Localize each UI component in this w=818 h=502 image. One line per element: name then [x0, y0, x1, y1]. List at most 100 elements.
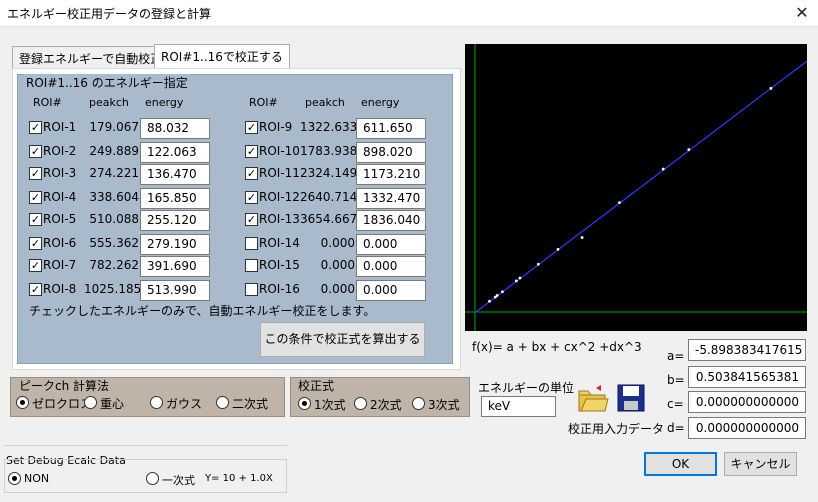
roi-peak: 782.262: [89, 258, 139, 272]
roi-peak: 3654.667: [300, 212, 358, 226]
coef-c-label: c=: [667, 397, 684, 411]
roi-checkbox[interactable]: ✓: [245, 167, 258, 180]
roi-name: ROI-5: [43, 212, 77, 226]
close-icon[interactable]: ✕: [792, 3, 812, 23]
energy-unit-label: エネルギーの単位: [478, 381, 575, 395]
calib-formula-option-label: 1次式: [314, 398, 346, 412]
data-point: [556, 247, 560, 251]
roi-name: ROI-14: [259, 236, 300, 250]
energy-unit-input[interactable]: keV: [481, 396, 556, 417]
peak-method-radio[interactable]: [216, 396, 229, 409]
roi-checkbox[interactable]: ✓: [29, 145, 42, 158]
roi-energy-input[interactable]: 279.190: [140, 234, 210, 255]
roi-energy-input[interactable]: 136.470: [140, 164, 210, 185]
debug-non-radio[interactable]: [8, 472, 21, 485]
plot-svg: [465, 44, 808, 331]
calib-formula-radio[interactable]: [354, 397, 367, 410]
roi-checkbox[interactable]: ✓: [245, 121, 258, 134]
tab-roi-calibration[interactable]: ROI#1..16で校正する: [154, 44, 290, 68]
peak-method-radio[interactable]: [16, 396, 29, 409]
roi-energy-input[interactable]: 898.020: [356, 142, 426, 163]
roi-checkbox[interactable]: ✓: [245, 191, 258, 204]
roi-peak: 338.604: [89, 190, 139, 204]
roi-checkbox[interactable]: ✓: [29, 121, 42, 134]
peak-method-title: ピークch 計算法: [19, 379, 110, 393]
formula-text: f(x)= a + bx + cx^2 +dx^3: [472, 340, 642, 354]
roi-name: ROI-4: [43, 190, 77, 204]
peak-method-option-label: 二次式: [232, 397, 269, 411]
divider: [4, 445, 287, 446]
calib-formula-option-label: 2次式: [370, 398, 402, 412]
roi-checkbox[interactable]: [245, 237, 258, 250]
roi-energy-input[interactable]: 88.032: [140, 118, 210, 139]
roi-peak: 179.067: [89, 120, 139, 134]
window-title: エネルギー校正用データの登録と計算: [7, 7, 212, 21]
roi-energy-input[interactable]: 611.650: [356, 118, 426, 139]
peak-method-radio[interactable]: [84, 396, 97, 409]
roi-note: チェックしたエネルギーのみで、自動エネルギー校正をします。: [29, 304, 376, 318]
data-point: [518, 276, 522, 280]
roi-checkbox[interactable]: ✓: [29, 213, 42, 226]
roi-energy-input[interactable]: 0.000: [356, 280, 426, 301]
roi-name: ROI-3: [43, 166, 77, 180]
roi-name: ROI-11: [259, 166, 300, 180]
debug-formula: Y= 10 + 1.0X: [205, 473, 273, 484]
roi-checkbox[interactable]: [245, 283, 258, 296]
roi-peak: 2324.149: [300, 166, 358, 180]
coef-d-label: d=: [667, 421, 685, 435]
roi-checkbox[interactable]: ✓: [29, 283, 42, 296]
roi-peak: 1783.938: [300, 144, 358, 158]
roi-energy-input[interactable]: 1173.210: [356, 164, 426, 185]
roi-peak: 1025.185: [84, 282, 142, 296]
coef-d-field[interactable]: 0.000000000000: [688, 417, 806, 439]
roi-energy-input[interactable]: 0.000: [356, 234, 426, 255]
peak-method-option-label: 重心: [100, 397, 125, 411]
roi-name: ROI-8: [43, 282, 77, 296]
calib-formula-radio[interactable]: [412, 397, 425, 410]
data-point: [488, 299, 491, 303]
data-point: [495, 293, 499, 297]
debug-linear-radio[interactable]: [146, 472, 159, 485]
header-energy-right: energy: [361, 96, 400, 109]
coef-a-label: a=: [667, 349, 685, 363]
roi-checkbox[interactable]: ✓: [245, 213, 258, 226]
data-point: [687, 148, 691, 152]
debug-linear-label: 一次式: [162, 474, 195, 487]
open-folder-icon[interactable]: [577, 383, 609, 413]
roi-energy-input[interactable]: 165.850: [140, 188, 210, 209]
coef-a-field[interactable]: -5.898383417615: [688, 339, 806, 361]
fit-line: [474, 60, 808, 314]
calib-formula-radio[interactable]: [298, 397, 311, 410]
roi-energy-input[interactable]: 1332.470: [356, 188, 426, 209]
roi-name: ROI-10: [259, 144, 300, 158]
roi-checkbox[interactable]: [245, 259, 258, 272]
calibration-plot: [465, 44, 808, 331]
data-point: [769, 86, 773, 90]
roi-checkbox[interactable]: ✓: [245, 145, 258, 158]
coef-c-field[interactable]: 0.000000000000: [688, 391, 806, 413]
roi-energy-input[interactable]: 0.000: [356, 256, 426, 277]
coef-b-field[interactable]: 0.503841565381: [688, 366, 806, 388]
roi-energy-input[interactable]: 391.690: [140, 256, 210, 277]
peak-method-option-label: ガウス: [166, 397, 203, 411]
roi-checkbox[interactable]: ✓: [29, 167, 42, 180]
roi-group-title: ROI#1..16 のエネルギー指定: [24, 74, 190, 91]
peak-method-radio[interactable]: [150, 396, 163, 409]
roi-energy-input[interactable]: 513.990: [140, 280, 210, 301]
roi-energy-input[interactable]: 1836.040: [356, 210, 426, 231]
roi-peak: 555.362: [89, 236, 139, 250]
header-roi-left: ROI#: [33, 96, 62, 109]
cancel-button[interactable]: キャンセル: [724, 452, 797, 476]
roi-checkbox[interactable]: ✓: [29, 259, 42, 272]
roi-checkbox[interactable]: ✓: [29, 237, 42, 250]
roi-checkbox[interactable]: ✓: [29, 191, 42, 204]
roi-name: ROI-13: [259, 212, 300, 226]
calculate-formula-button[interactable]: この条件で校正式を算出する: [260, 322, 425, 357]
save-icon[interactable]: [616, 383, 646, 413]
header-peak-right: peakch: [305, 96, 345, 109]
roi-energy-input[interactable]: 122.063: [140, 142, 210, 163]
tab-auto-calibration[interactable]: 登録エネルギーで自動校正: [12, 46, 170, 68]
roi-energy-input[interactable]: 255.120: [140, 210, 210, 231]
roi-name: ROI-1: [43, 120, 77, 134]
ok-button[interactable]: OK: [644, 452, 717, 476]
